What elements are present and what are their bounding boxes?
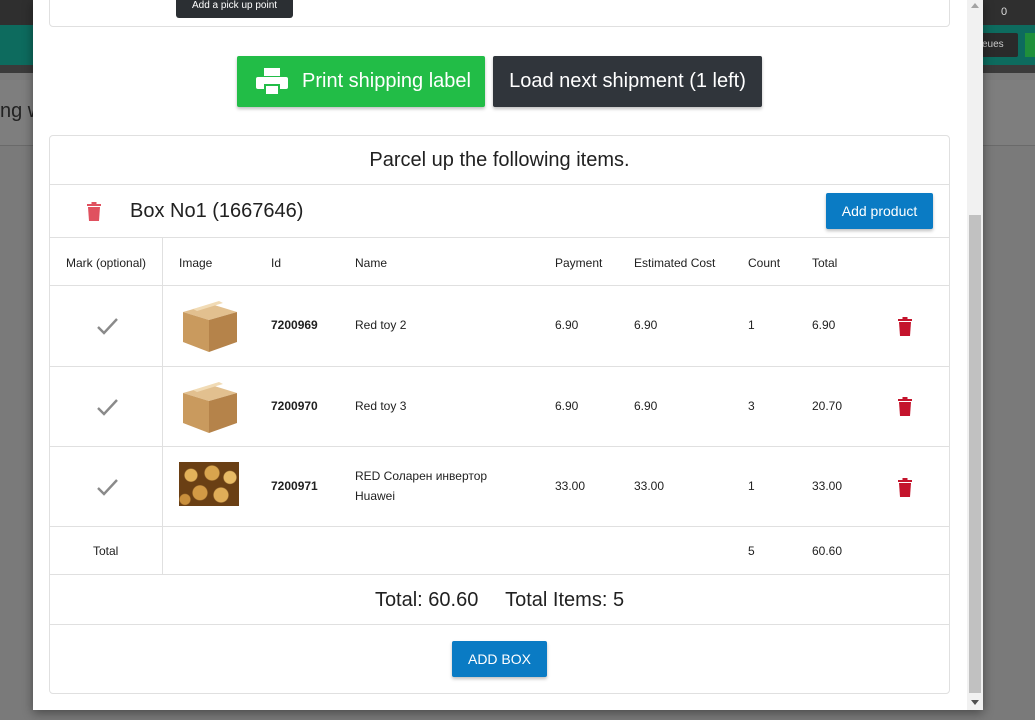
- notification-badge: 0: [1001, 6, 1008, 18]
- cardboard-box-icon: [183, 301, 237, 352]
- delete-item-icon[interactable]: [898, 478, 912, 497]
- col-id: Id: [271, 256, 282, 270]
- check-icon[interactable]: [95, 475, 119, 499]
- add-product-button[interactable]: Add product: [826, 193, 933, 229]
- delete-item-icon[interactable]: [898, 397, 912, 416]
- item-cost: 6.90: [634, 318, 658, 332]
- item-cost: 33.00: [634, 479, 665, 493]
- box-title: Box No1 (1667646): [130, 200, 304, 222]
- item-count: 1: [748, 479, 755, 493]
- item-payment: 33.00: [555, 479, 586, 493]
- table-row: 7200971 RED Соларен инвертор Huawei 33.0…: [50, 447, 949, 527]
- item-total: 6.90: [812, 318, 836, 332]
- item-count: 1: [748, 318, 755, 332]
- scroll-up-icon[interactable]: [971, 3, 979, 8]
- total-label: Total: [93, 544, 119, 558]
- total-count: 5: [748, 544, 755, 558]
- print-label-text: Print shipping label: [302, 70, 471, 92]
- col-name: Name: [355, 256, 388, 270]
- total-sum: 60.60: [812, 544, 843, 558]
- col-mark: Mark (optional): [66, 256, 147, 270]
- col-image: Image: [179, 256, 213, 270]
- item-cost: 6.90: [634, 399, 658, 413]
- col-count: Count: [748, 256, 781, 270]
- add-box-button[interactable]: ADD BOX: [452, 641, 547, 677]
- check-icon[interactable]: [95, 314, 119, 338]
- item-payment: 6.90: [555, 318, 579, 332]
- delete-box-icon[interactable]: [87, 202, 101, 226]
- delete-item-icon[interactable]: [898, 317, 912, 336]
- item-id: 7200971: [271, 479, 318, 493]
- summary-items: Total Items: 5: [505, 589, 625, 611]
- parcel-card: Parcel up the following items. Box No1 (…: [49, 135, 950, 694]
- cardboard-box-icon: [183, 382, 237, 433]
- item-id: 7200969: [271, 318, 318, 332]
- item-name: RED Соларен инвертор: [355, 469, 488, 483]
- scroll-down-icon[interactable]: [971, 700, 979, 705]
- table-row: 7200970 Red toy 3 6.90 6.90 3 20.70: [50, 367, 949, 447]
- table-total-row: Total 5 60.60: [50, 527, 949, 575]
- item-name-line2: Huawei: [355, 489, 396, 503]
- item-total: 20.70: [812, 399, 843, 413]
- table-row: 7200969 Red toy 2 6.90 6.90 1 6.90: [50, 286, 949, 367]
- parcel-title: Parcel up the following items.: [50, 136, 949, 185]
- col-payment: Payment: [555, 256, 603, 270]
- table-header: Mark (optional) Image Id Name Payment Es…: [50, 238, 949, 286]
- modal-scrollbar[interactable]: [967, 0, 983, 710]
- check-icon[interactable]: [95, 395, 119, 419]
- background-green-button: [1025, 33, 1035, 57]
- summary-total: Total: 60.60: [374, 589, 479, 611]
- load-next-shipment-button[interactable]: Load next shipment (1 left): [493, 56, 762, 107]
- print-shipping-label-button[interactable]: Print shipping label: [237, 56, 485, 107]
- col-total: Total: [812, 256, 838, 270]
- potatoes-photo: [179, 462, 239, 506]
- shipment-modal: Add a pick up point Print shipping label…: [33, 0, 983, 710]
- scroll-thumb[interactable]: [969, 215, 981, 693]
- printer-icon: [256, 67, 288, 96]
- item-name: Red toy 3: [355, 399, 407, 413]
- item-payment: 6.90: [555, 399, 579, 413]
- summary-line: Total: 60.60 Total Items: 5: [50, 575, 949, 625]
- item-total: 33.00: [812, 479, 843, 493]
- item-id: 7200970: [271, 399, 318, 413]
- box-header: Box No1 (1667646) Add product: [50, 185, 949, 238]
- column-divider: [162, 527, 163, 575]
- pickup-tooltip: Add a pick up point: [176, 0, 293, 18]
- col-estimated-cost: Estimated Cost: [634, 256, 716, 270]
- item-name: Red toy 2: [355, 318, 407, 332]
- item-count: 3: [748, 399, 755, 413]
